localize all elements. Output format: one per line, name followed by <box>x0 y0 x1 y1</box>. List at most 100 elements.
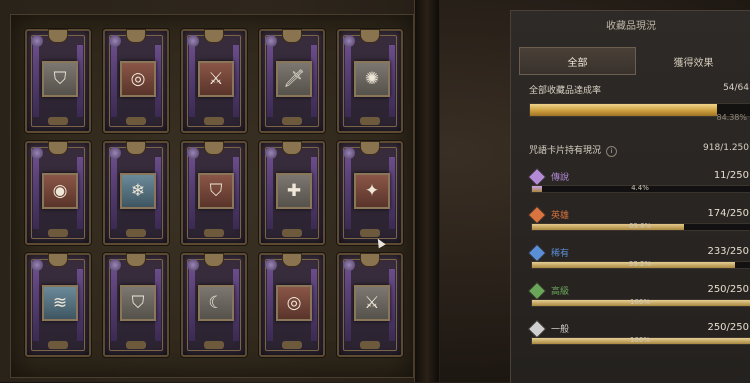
panel-title: 收藏品現況 <box>606 21 656 32</box>
rarity-percent: 4.4% <box>631 184 649 192</box>
rarity-gem-icon <box>265 35 277 47</box>
card-border-left <box>267 269 273 341</box>
spell-card[interactable]: ⚔ <box>337 253 403 357</box>
rarity-count: 233/250 <box>707 246 749 257</box>
figure-icon: ✺ <box>354 61 390 97</box>
card-base-ornament <box>48 341 68 349</box>
card-border-left <box>33 269 39 341</box>
rarity-gem-icon <box>343 35 355 47</box>
spell-card[interactable]: ⛉ <box>103 253 169 357</box>
rarity-gem-icon <box>265 259 277 271</box>
spell-card[interactable]: ✚ <box>259 141 325 245</box>
shield-icon: ⛉ <box>120 285 156 321</box>
cards-owned-label: 咒語卡片持有現況 i <box>529 143 617 157</box>
overall-progress-fill <box>530 104 718 116</box>
rarity-name: 高級 <box>551 287 570 297</box>
rarity-count: 250/250 <box>707 284 749 295</box>
spell-card[interactable]: ☾ <box>181 253 247 357</box>
rarity-name: 傳說 <box>551 173 570 183</box>
card-base-ornament <box>126 341 146 349</box>
spell-card[interactable]: ⛉ <box>25 29 91 133</box>
spell-card[interactable]: ≋ <box>25 253 91 357</box>
card-crest <box>360 141 380 155</box>
spell-card[interactable]: ◎ <box>259 253 325 357</box>
card-base-ornament <box>282 341 302 349</box>
card-base-ornament <box>282 229 302 237</box>
card-border-left <box>189 45 195 117</box>
info-icon[interactable]: i <box>605 146 617 157</box>
rarity-percent: 93.2% <box>628 260 652 268</box>
rarity-row: 一般 250/250 100% <box>527 319 750 345</box>
spell-card[interactable]: ◉ <box>25 141 91 245</box>
rarity-row: 英雄 174/250 69.6% <box>527 205 750 231</box>
book-spine <box>414 0 439 382</box>
rarity-count: 174/250 <box>707 208 749 219</box>
card-crest <box>126 141 146 155</box>
rarity-gem-icon <box>343 259 355 271</box>
card-border-left <box>111 269 117 341</box>
crossed-swords-icon: ⚔ <box>354 285 390 321</box>
card-border-left <box>267 157 273 229</box>
card-crest <box>360 253 380 267</box>
card-border-left <box>267 45 273 117</box>
eye-icon: ◉ <box>42 173 78 209</box>
spell-card[interactable]: ⚔ <box>181 29 247 133</box>
rarity-name: 英雄 <box>551 211 570 221</box>
card-base-ornament <box>126 229 146 237</box>
overall-percent: 84.38% <box>716 113 747 122</box>
card-crest <box>204 141 224 155</box>
spell-card[interactable]: ✦ <box>337 141 403 245</box>
overall-completion-label: 全部收藏品達成率 <box>529 86 602 96</box>
shield-icon: ⛉ <box>198 173 234 209</box>
rarity-gem-icon <box>109 35 121 47</box>
card-crest <box>204 29 224 43</box>
card-border-left <box>345 157 351 229</box>
card-base-ornament <box>48 117 68 125</box>
rarity-gem-icon <box>31 35 43 47</box>
card-border-left <box>345 269 351 341</box>
rarity-gem-icon <box>187 147 199 159</box>
rarity-count: 11/250 <box>713 170 749 181</box>
card-base-ornament <box>48 229 68 237</box>
card-base-ornament <box>360 229 380 237</box>
spell-card[interactable]: ✺ <box>337 29 403 133</box>
overall-completion-value: 54/64 <box>723 83 749 93</box>
rarity-gem-icon <box>109 259 121 271</box>
rarity-percent: 69.6% <box>628 222 652 230</box>
card-book: ⛉ ◎ ⚔ 🗡 ✺ ◉ ❄ ⛉ ✚ ✦ ≋ ⛉ ☾ ◎ ⚔ <box>0 0 440 382</box>
swirl-icon: ◎ <box>276 285 312 321</box>
card-page: ⛉ ◎ ⚔ 🗡 ✺ ◉ ❄ ⛉ ✚ ✦ ≋ ⛉ ☾ ◎ ⚔ <box>10 14 414 378</box>
spell-card[interactable]: ◎ <box>103 29 169 133</box>
card-base-ornament <box>204 117 224 125</box>
rarity-row: 稀有 233/250 93.2% <box>527 243 750 269</box>
card-border-left <box>345 45 351 117</box>
card-crest <box>48 253 68 267</box>
spell-card[interactable]: ❄ <box>103 141 169 245</box>
collection-status-panel: 收藏品現況 全部 獲得效果 全部收藏品達成率 54/64 84.38% 咒語卡片… <box>510 10 750 383</box>
card-crest <box>282 29 302 43</box>
rarity-gem-icon <box>31 259 43 271</box>
card-crest <box>204 253 224 267</box>
card-base-ornament <box>360 117 380 125</box>
cross-shield-icon: ✚ <box>276 173 312 209</box>
card-crest <box>48 29 68 43</box>
rarity-gem-icon <box>31 147 43 159</box>
rarity-row: 傳說 11/250 4.4% <box>527 167 750 193</box>
rarity-gem-icon <box>187 35 199 47</box>
card-base-ornament <box>204 341 224 349</box>
card-base-ornament <box>126 117 146 125</box>
flexing-figure-icon: ✦ <box>354 173 390 209</box>
tab-obtained-effects[interactable]: 獲得效果 <box>636 47 750 75</box>
tab-all[interactable]: 全部 <box>519 47 636 75</box>
spell-card[interactable]: ⛉ <box>181 141 247 245</box>
card-crest <box>126 253 146 267</box>
card-base-ornament <box>360 341 380 349</box>
card-crest <box>282 253 302 267</box>
sword-icon: 🗡 <box>276 61 312 97</box>
wave-icon: ≋ <box>42 285 78 321</box>
spell-card[interactable]: 🗡 <box>259 29 325 133</box>
card-crest <box>48 141 68 155</box>
tab-bar: 全部 獲得效果 <box>519 47 750 75</box>
card-border-left <box>111 45 117 117</box>
cards-owned-value: 918/1.250 <box>703 143 749 153</box>
